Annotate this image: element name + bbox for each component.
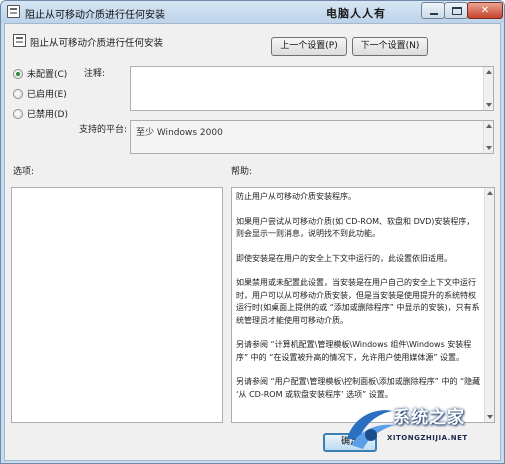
minimize-button[interactable] bbox=[421, 2, 445, 19]
platform-label: 支持的平台: bbox=[79, 125, 128, 135]
scroll-up-icon[interactable] bbox=[487, 191, 493, 195]
radio-enabled[interactable]: 已启用(E) bbox=[13, 87, 67, 100]
radio-button[interactable] bbox=[13, 68, 23, 79]
comment-label: 注释: bbox=[84, 69, 106, 79]
close-button[interactable]: ✕ bbox=[467, 2, 503, 19]
options-label: 选项: bbox=[13, 167, 35, 177]
help-paragraph: 如果用户尝试从可移动介质(如 CD-ROM、软盘和 DVD)安装程序，则会显示一… bbox=[236, 216, 475, 239]
help-paragraph: 即使安装是在用户的安全上下文中运行的，此设置依旧适用。 bbox=[236, 253, 452, 263]
watermark-text: 电脑人人有 bbox=[326, 7, 386, 20]
site-logo: 系统之家 XITONGZHIJIA.NET bbox=[341, 379, 504, 463]
previous-setting-button[interactable]: 上一个设置(P) bbox=[271, 37, 347, 56]
radio-disabled[interactable]: 已禁用(D) bbox=[13, 107, 68, 120]
options-panel bbox=[11, 187, 223, 423]
next-setting-button[interactable]: 下一个设置(N) bbox=[352, 37, 428, 56]
help-label: 帮助: bbox=[231, 167, 253, 177]
platform-field: 至少 Windows 2000 bbox=[130, 120, 494, 154]
scroll-up-icon[interactable] bbox=[486, 124, 492, 128]
help-paragraph: 另请参阅 “计算机配置\管理模板\Windows 组件\Windows 安装程序… bbox=[236, 340, 472, 362]
logo-title: 系统之家 bbox=[393, 408, 465, 428]
policy-window: 阻止从可移动介质进行任何安装 电脑人人有 ✕ 阻止从可移动介质进行任何安装 上一… bbox=[0, 0, 505, 464]
maximize-icon bbox=[452, 7, 462, 15]
help-paragraph: 防止用户从可移动介质安装程序。 bbox=[236, 192, 356, 201]
policy-title: 阻止从可移动介质进行任何安装 bbox=[30, 38, 164, 49]
radio-not-configured[interactable]: 未配置(C) bbox=[13, 67, 67, 80]
maximize-button[interactable] bbox=[444, 2, 468, 19]
close-icon: ✕ bbox=[480, 5, 490, 16]
comment-input[interactable] bbox=[130, 66, 494, 111]
setting-icon bbox=[13, 34, 26, 47]
logo-subtitle: XITONGZHIJIA.NET bbox=[387, 434, 468, 442]
radio-label: 未配置(C) bbox=[27, 70, 68, 80]
platform-scrollbar[interactable] bbox=[483, 121, 493, 153]
scroll-down-icon[interactable] bbox=[486, 103, 492, 107]
radio-label: 已启用(E) bbox=[27, 90, 67, 100]
help-paragraph: 如果禁用或未配置此设置，当安装是在用户自己的安全上下文中运行时，用户可以从可移动… bbox=[236, 278, 480, 325]
radio-button[interactable] bbox=[13, 88, 23, 99]
title-bar[interactable]: 阻止从可移动介质进行任何安装 电脑人人有 ✕ bbox=[1, 1, 504, 23]
scroll-up-icon[interactable] bbox=[486, 70, 492, 74]
platform-value: 至少 Windows 2000 bbox=[136, 128, 223, 138]
comment-scrollbar[interactable] bbox=[483, 67, 493, 110]
minimize-icon bbox=[430, 13, 438, 15]
scroll-down-icon[interactable] bbox=[486, 146, 492, 150]
logo-swoosh-icon bbox=[347, 410, 395, 449]
radio-button[interactable] bbox=[13, 108, 23, 119]
policy-icon bbox=[7, 5, 20, 18]
radio-label: 已禁用(D) bbox=[27, 110, 68, 120]
window-title: 阻止从可移动介质进行任何安装 bbox=[25, 10, 165, 21]
